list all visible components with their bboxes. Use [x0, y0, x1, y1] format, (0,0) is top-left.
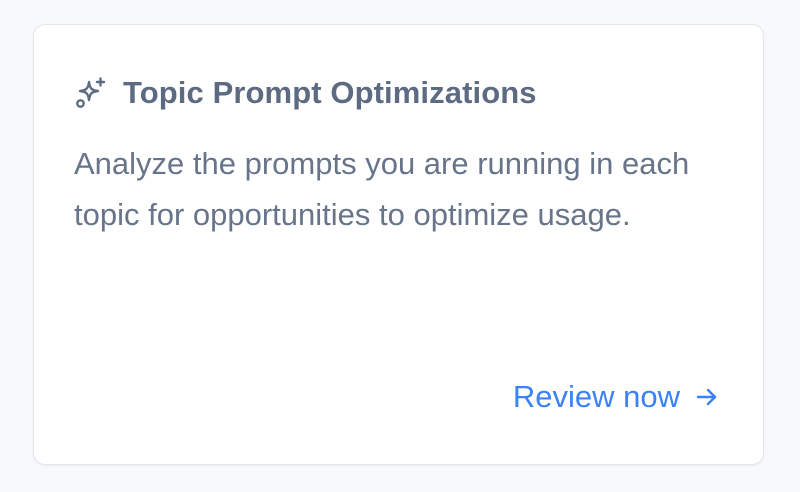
card-header: Topic Prompt Optimizations	[74, 73, 537, 113]
topic-prompt-optimizations-card: Topic Prompt Optimizations Analyze the p…	[33, 24, 764, 465]
sparkles-icon	[74, 76, 108, 110]
card-title: Topic Prompt Optimizations	[123, 75, 537, 110]
review-now-label: Review now	[512, 379, 680, 414]
arrow-right-icon	[694, 384, 720, 410]
card-description: Analyze the prompts you are running in e…	[74, 146, 690, 232]
review-now-link[interactable]: Review now	[513, 379, 720, 415]
